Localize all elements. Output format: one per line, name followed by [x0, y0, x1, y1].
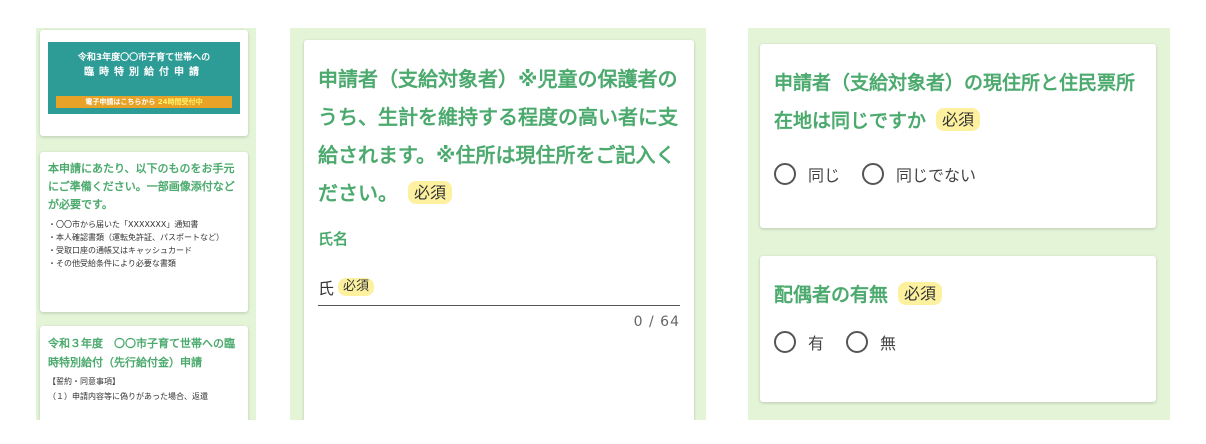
- preparation-heading: 本申請にあたり、以下のものをお手元にご準備ください。一部画像添付などが必要です。: [48, 162, 235, 211]
- form-title-card: 令和３年度 〇〇市子育て世帯への臨時特別給付（先行給付金）申請 【誓約・同意事項…: [40, 326, 248, 420]
- list-item: ・受取口座の通帳又はキャッシュカード: [48, 246, 192, 255]
- form-title: 令和３年度 〇〇市子育て世帯への臨時特別給付（先行給付金）申請: [48, 337, 235, 369]
- banner-strip-text: 電子申請はこちらから: [85, 98, 156, 106]
- spouse-question-card: 配偶者の有無 必須 有 無: [760, 256, 1156, 402]
- radio-circle-icon[interactable]: [862, 163, 885, 185]
- required-badge: 必須: [936, 108, 981, 132]
- last-name-placeholder: 氏: [318, 279, 335, 298]
- radio-same[interactable]: 同じ: [774, 162, 840, 186]
- preparation-card: 本申請にあたり、以下のものをお手元にご準備ください。一部画像添付などが必要です。…: [40, 152, 248, 312]
- radio-not-same[interactable]: 同じでない: [862, 162, 976, 186]
- radio-circle-icon[interactable]: [774, 331, 796, 353]
- spouse-question-text: 配偶者の有無: [774, 284, 889, 306]
- list-item: ・その他受給条件により必要な書類: [48, 259, 176, 268]
- last-name-input[interactable]: 氏 必須: [318, 275, 680, 306]
- middle-panel: 申請者（支給対象者）※児童の保護者のうち、生計を維持する程度の高い者に支給されま…: [290, 28, 706, 420]
- required-badge: 必須: [338, 278, 375, 296]
- application-banner[interactable]: 令和3年度〇〇市子育て世帯への 臨時特別給付申請 電子申請はこちらから 24時間…: [48, 42, 240, 114]
- address-radio-group: 同じ 同じでない: [774, 162, 1142, 186]
- name-label: 氏名: [318, 230, 349, 248]
- consent-item: （１）申請内容等に偽りがあった場合、返還: [48, 392, 208, 401]
- required-badge: 必須: [898, 282, 943, 306]
- consent-heading: 【誓約・同意事項】: [48, 377, 120, 386]
- radio-yes[interactable]: 有: [774, 330, 824, 354]
- required-badge: 必須: [408, 181, 453, 205]
- radio-label: 同じ: [808, 166, 841, 185]
- applicant-question-text: 申請者（支給対象者）※児童の保護者のうち、生計を維持する程度の高い者に支給されま…: [318, 67, 678, 205]
- character-counter: 0 / 64: [633, 314, 680, 330]
- banner-card[interactable]: 令和3年度〇〇市子育て世帯への 臨時特別給付申請 電子申請はこちらから 24時間…: [40, 30, 248, 136]
- spouse-question: 配偶者の有無 必須: [774, 276, 1142, 314]
- banner-line1: 令和3年度〇〇市子育て世帯への: [77, 53, 211, 63]
- banner-line2: 臨時特別給付申請: [84, 67, 204, 78]
- spouse-radio-group: 有 無: [774, 330, 1142, 354]
- applicant-question: 申請者（支給対象者）※児童の保護者のうち、生計を維持する程度の高い者に支給されま…: [318, 60, 680, 212]
- applicant-question-card: 申請者（支給対象者）※児童の保護者のうち、生計を維持する程度の高い者に支給されま…: [304, 40, 694, 420]
- radio-label: 同じでない: [896, 166, 977, 185]
- banner-strip: 電子申請はこちらから 24時間受付中: [56, 96, 232, 108]
- radio-label: 有: [808, 334, 825, 353]
- left-panel: 令和3年度〇〇市子育て世帯への 臨時特別給付申請 電子申請はこちらから 24時間…: [36, 28, 256, 420]
- banner-strip-highlight: 24時間受付中: [157, 98, 203, 106]
- right-panel: 申請者（支給対象者）の現住所と住民票所在地は同じですか 必須 同じ 同じでない 配…: [748, 28, 1170, 420]
- radio-no[interactable]: 無: [846, 330, 896, 354]
- radio-circle-icon[interactable]: [774, 163, 796, 185]
- radio-label: 無: [880, 334, 897, 353]
- address-question: 申請者（支給対象者）の現住所と住民票所在地は同じですか 必須: [774, 64, 1142, 140]
- list-item: ・〇〇市から届いた「XXXXXXX」通知書: [48, 220, 199, 229]
- preparation-list: ・〇〇市から届いた「XXXXXXX」通知書 ・本人確認書類（運転免許証、パスポー…: [48, 218, 240, 270]
- radio-circle-icon[interactable]: [846, 331, 869, 353]
- list-item: ・本人確認書類（運転免許証、パスポートなど）: [48, 233, 224, 242]
- address-question-card: 申請者（支給対象者）の現住所と住民票所在地は同じですか 必須 同じ 同じでない: [760, 44, 1156, 228]
